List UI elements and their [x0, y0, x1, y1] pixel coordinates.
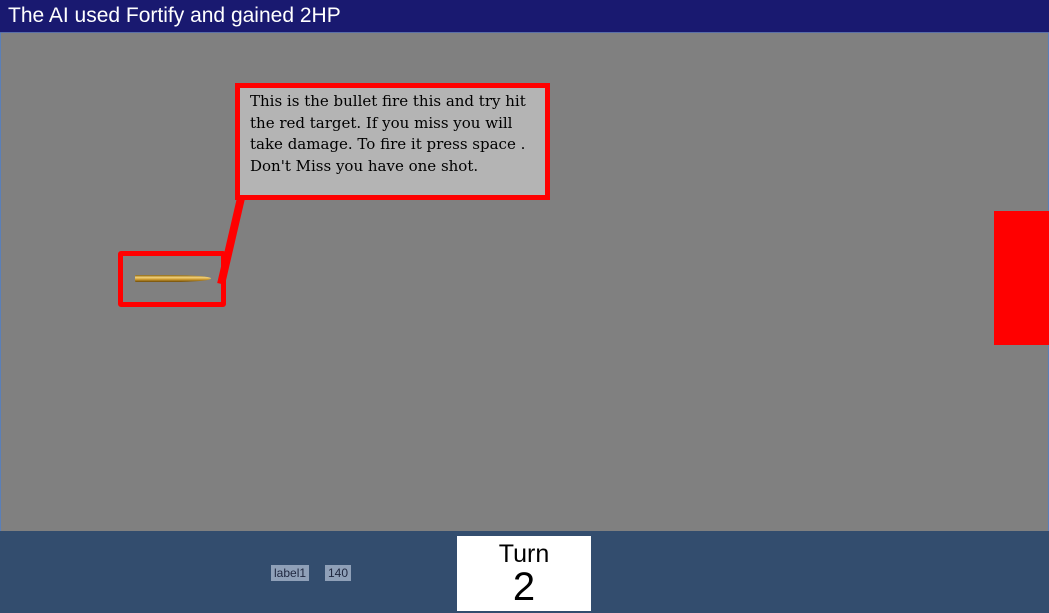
- tutorial-text: This is the bullet fire this and try hit…: [250, 92, 526, 175]
- bullet-icon[interactable]: [135, 275, 211, 282]
- tutorial-tooltip: This is the bullet fire this and try hit…: [235, 83, 550, 200]
- turn-panel: Turn 2: [457, 536, 591, 611]
- bottom-hud: label1 140 Turn 2: [0, 531, 1049, 613]
- bullet-highlight-frame: [118, 251, 226, 307]
- turn-number: 2: [512, 565, 536, 609]
- label1: label1: [271, 565, 310, 581]
- value-label: 140: [325, 565, 352, 581]
- red-target: [994, 211, 1049, 345]
